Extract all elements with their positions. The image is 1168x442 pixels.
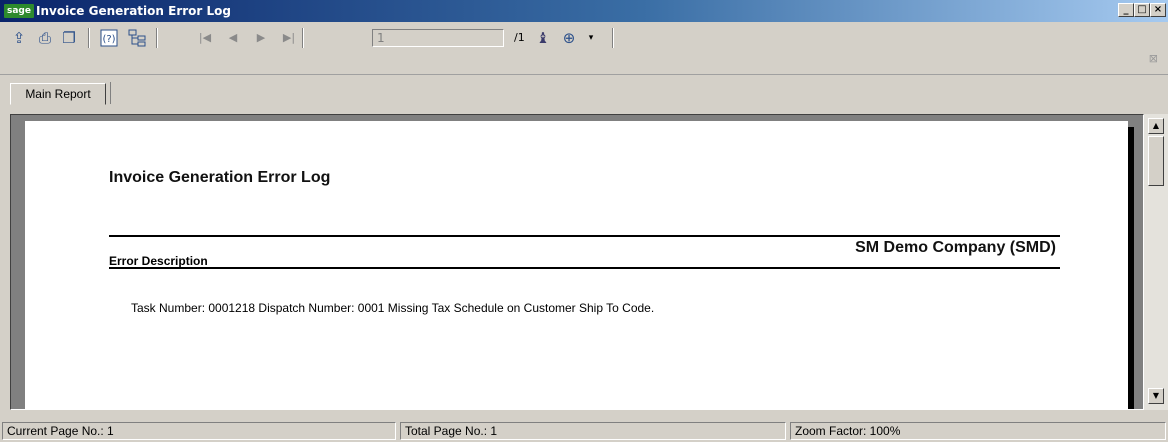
- vertical-scrollbar[interactable]: ▲ ▼: [1144, 114, 1168, 410]
- report-page: Invoice Generation Error Log SM Demo Com…: [25, 121, 1128, 409]
- next-page-icon[interactable]: ▶: [250, 27, 272, 49]
- copy-icon[interactable]: ❐: [58, 27, 80, 49]
- report-title: Invoice Generation Error Log: [109, 169, 331, 186]
- first-page-icon[interactable]: |◀: [194, 27, 216, 49]
- scroll-thumb[interactable]: [1148, 136, 1164, 186]
- zoom-dropdown-icon[interactable]: ▾: [580, 27, 602, 49]
- status-bar: Current Page No.: 1 Total Page No.: 1 Zo…: [0, 420, 1168, 442]
- page-number-input[interactable]: 1: [372, 29, 504, 47]
- toolbar-separator: [156, 28, 158, 48]
- toolbar: ⇪ ⎙ ❐ (?) |◀ ◀ ▶ ▶| 1 /1 ♝ ⊕ ▾ ⊠: [0, 22, 1168, 75]
- previous-page-icon[interactable]: ◀: [222, 27, 244, 49]
- page-total-label: /1: [514, 31, 525, 44]
- sage-logo: sage: [4, 4, 34, 18]
- divider: [109, 267, 1060, 269]
- app-window: sage Invoice Generation Error Log _ □ × …: [0, 0, 1168, 442]
- help-icon[interactable]: (?): [98, 27, 120, 49]
- scroll-up-button[interactable]: ▲: [1148, 118, 1164, 134]
- scroll-down-button[interactable]: ▼: [1148, 388, 1164, 404]
- error-line: Task Number: 0001218 Dispatch Number: 00…: [131, 301, 655, 315]
- toolbar-separator: [612, 28, 614, 48]
- maximize-button[interactable]: □: [1134, 3, 1150, 17]
- svg-text:(?): (?): [102, 34, 115, 45]
- zoom-icon[interactable]: ⊕: [558, 27, 580, 49]
- divider: [109, 235, 1060, 237]
- tab-main-report[interactable]: Main Report: [10, 83, 106, 105]
- total-page-status: Total Page No.: 1: [400, 422, 786, 440]
- company-name: SM Demo Company (SMD): [855, 239, 1056, 256]
- print-icon[interactable]: ⎙: [34, 27, 56, 49]
- toolbar-separator: [88, 28, 90, 48]
- window-title: Invoice Generation Error Log: [36, 4, 231, 18]
- minimize-button[interactable]: _: [1118, 3, 1134, 17]
- group-tree-icon[interactable]: [126, 27, 148, 49]
- find-icon[interactable]: ♝: [532, 27, 554, 49]
- column-header-error-description: Error Description: [109, 254, 208, 268]
- export-icon[interactable]: ⇪: [8, 27, 30, 49]
- close-button[interactable]: ×: [1150, 3, 1166, 17]
- toolbar-separator: [302, 28, 304, 48]
- tab-separator: [110, 82, 111, 104]
- close-report-icon[interactable]: ⊠: [1149, 52, 1158, 65]
- last-page-icon[interactable]: ▶|: [278, 27, 300, 49]
- zoom-status: Zoom Factor: 100%: [790, 422, 1166, 440]
- title-bar: sage Invoice Generation Error Log _ □ ×: [0, 0, 1168, 22]
- report-viewport: Invoice Generation Error Log SM Demo Com…: [10, 114, 1144, 410]
- current-page-status: Current Page No.: 1: [2, 422, 396, 440]
